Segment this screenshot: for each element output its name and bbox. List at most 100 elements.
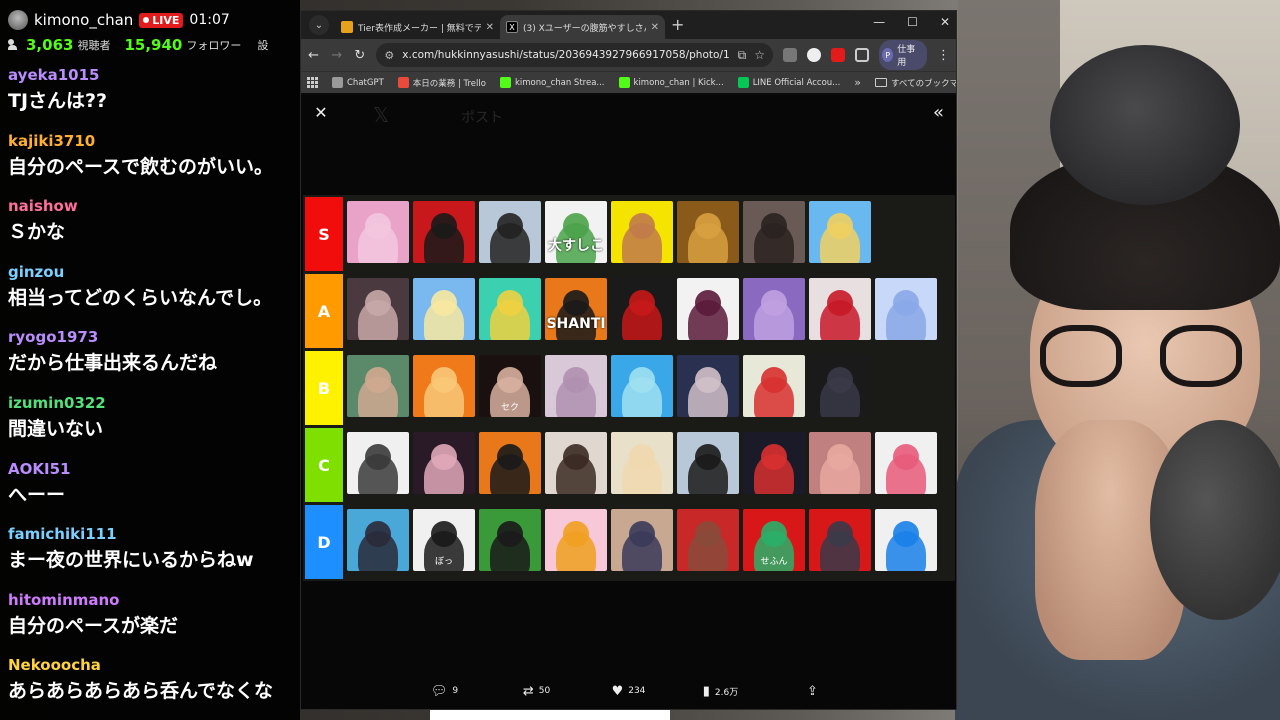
chat-username[interactable]: ayeka1015 — [8, 64, 292, 86]
chat-username[interactable]: AOKI51 — [8, 458, 292, 480]
avatar-head-shape — [827, 367, 853, 393]
avatar-head-shape — [761, 367, 787, 393]
all-bookmarks-folder[interactable]: すべてのブックマーク — [875, 77, 956, 89]
avatar-head-shape — [563, 367, 589, 393]
tier-avatar-tile — [347, 432, 409, 494]
bookmark-item[interactable]: 本日の業務 | Trello — [397, 77, 486, 89]
avatar-head-shape — [761, 521, 787, 547]
chat-text: 相当ってどのくらいなんでし。 — [8, 286, 273, 309]
forward-arrow-icon[interactable]: → — [330, 48, 343, 63]
close-viewer-icon[interactable]: ✕ — [313, 105, 329, 121]
maximize-icon[interactable]: ☐ — [907, 15, 918, 29]
chat-message: famichiki111 まー夜の世界にいるからねw — [0, 523, 300, 589]
tier-avatar-tile — [545, 509, 607, 571]
bookmark-favicon-icon — [737, 77, 749, 88]
chat-username[interactable]: hitominmano — [8, 589, 292, 611]
extension-icon[interactable] — [806, 48, 821, 62]
tier-avatar-tile — [413, 278, 475, 340]
share-button[interactable]: ⇪ — [767, 684, 859, 699]
url-text[interactable]: x.com/hukkinnyasushi/status/203694392796… — [402, 49, 729, 61]
tier-row: A SHANTI — [305, 274, 955, 348]
avatar-head-shape — [431, 290, 457, 316]
avatar-head-shape — [365, 290, 391, 316]
viewer-count: 3,063 — [26, 36, 74, 54]
tier-list-image[interactable]: S 大すしこ A SHANTI B セク C D ぼっ せふん — [303, 195, 955, 581]
collapse-panel-icon[interactable]: « — [933, 104, 944, 122]
chat-username[interactable]: ryogo1973 — [8, 326, 292, 348]
avatar-head-shape — [563, 290, 589, 316]
close-tab-icon[interactable]: ✕ — [486, 22, 494, 33]
apps-grid-icon[interactable] — [307, 77, 318, 88]
new-tab-button[interactable]: + — [671, 15, 684, 34]
like-button[interactable]: ♥ 234 — [583, 684, 675, 699]
chat-username[interactable]: Nekooocha — [8, 654, 292, 676]
streamer-name: kimono_chan — [34, 11, 134, 29]
tier-avatar-tile — [611, 278, 673, 340]
extension-icon[interactable] — [782, 48, 797, 62]
stream-chat-overlay: kimono_chan LIVE 01:07 3,063 視聴者 15,940 … — [0, 0, 300, 720]
tier-row: D ぼっ せふん — [305, 505, 955, 579]
repost-icon: ⇄ — [522, 683, 534, 699]
tier-row: C — [305, 428, 955, 502]
tier-avatar-tile — [347, 509, 409, 571]
chat-username[interactable]: kajiki3710 — [8, 130, 292, 152]
tab-tier-maker[interactable]: Tier表作成メーカー | 無料でティア表 ✕ — [335, 15, 500, 39]
analytics-icon: ▮ — [702, 683, 710, 699]
live-dot-icon — [143, 17, 150, 23]
more-bookmarks-button[interactable]: » — [854, 76, 861, 89]
youtube-extension-icon[interactable] — [830, 48, 845, 62]
bookmark-star-icon[interactable]: ☆ — [754, 48, 765, 62]
viewer-label: 視聴者 — [77, 39, 111, 52]
views-button[interactable]: ▮ 2.6万 — [675, 684, 767, 699]
address-bar[interactable]: ⚙ x.com/hukkinnyasushi/status/2036943927… — [376, 43, 773, 67]
avatar-head-shape — [563, 521, 589, 547]
streamer-avatar — [8, 10, 28, 30]
tab-x-post[interactable]: X (3) Xユーザーの腹筋やすしさん:「俺 ✕ — [500, 15, 665, 39]
tile-caption: セク — [500, 403, 519, 413]
reply-button[interactable]: 💬︎ 9 — [399, 684, 491, 699]
window-close-icon[interactable]: ✕ — [940, 15, 950, 29]
tier-items: SHANTI — [347, 278, 937, 342]
back-arrow-icon[interactable]: ← — [307, 48, 320, 63]
bookmark-item[interactable]: kimono_chan | Kick... — [618, 77, 724, 89]
profile-button[interactable]: P 仕事用 — [878, 40, 927, 70]
chat-username[interactable]: famichiki111 — [8, 523, 292, 545]
bookmark-item[interactable]: LINE Official Accou... — [737, 77, 840, 89]
avatar-head-shape — [695, 290, 721, 316]
tier-avatar-tile — [875, 509, 937, 571]
avatar-head-shape — [365, 367, 391, 393]
reload-icon[interactable]: ↻ — [353, 48, 366, 63]
bookmark-favicon-icon — [332, 77, 343, 88]
chat-username[interactable]: naishow — [8, 195, 292, 217]
avatar-head-shape — [629, 444, 655, 470]
extensions-puzzle-icon[interactable] — [854, 48, 869, 62]
chat-message: ginzou 相当ってどのくらいなんでし。 — [0, 261, 300, 327]
site-info-icon[interactable]: ⚙ — [384, 49, 394, 62]
repost-button[interactable]: ⇄ 50 — [491, 684, 583, 699]
tier-avatar-tile: せふん — [743, 509, 805, 571]
chat-text: 自分のペースが楽だ — [8, 614, 179, 637]
chat-username[interactable]: ginzou — [8, 261, 292, 283]
tier-avatar-tile — [875, 432, 937, 494]
close-tab-icon[interactable]: ✕ — [651, 22, 659, 33]
chat-message: Nekooocha あらあらあらあら呑んでなくな — [0, 654, 300, 720]
browser-menu-icon[interactable]: ⋮ — [937, 48, 950, 63]
bookmark-item[interactable]: ChatGPT — [332, 77, 384, 89]
chat-username[interactable]: izumin0322 — [8, 392, 292, 414]
avatar-head-shape — [827, 444, 853, 470]
tab-title: Tier表作成メーカー | 無料でティア表 — [358, 23, 481, 34]
tier-avatar-tile: セク — [479, 355, 541, 417]
minimize-icon[interactable]: — — [873, 15, 885, 29]
tier-avatar-tile — [611, 509, 673, 571]
install-app-icon[interactable]: ⧉ — [738, 48, 747, 63]
tile-caption: SHANTI — [546, 316, 606, 332]
tier-avatar-tile — [677, 278, 739, 340]
avatar-head-shape — [365, 521, 391, 547]
avatar-head-shape — [827, 290, 853, 316]
x-favicon-icon: X — [506, 21, 518, 33]
chat-text: Ｓかな — [8, 221, 66, 244]
bookmark-item[interactable]: kimono_chan Strea... — [499, 77, 605, 89]
tab-search-button[interactable]: ⌄ — [309, 15, 329, 35]
follower-count: 15,940 — [124, 36, 183, 54]
tier-items: セク — [347, 355, 871, 419]
